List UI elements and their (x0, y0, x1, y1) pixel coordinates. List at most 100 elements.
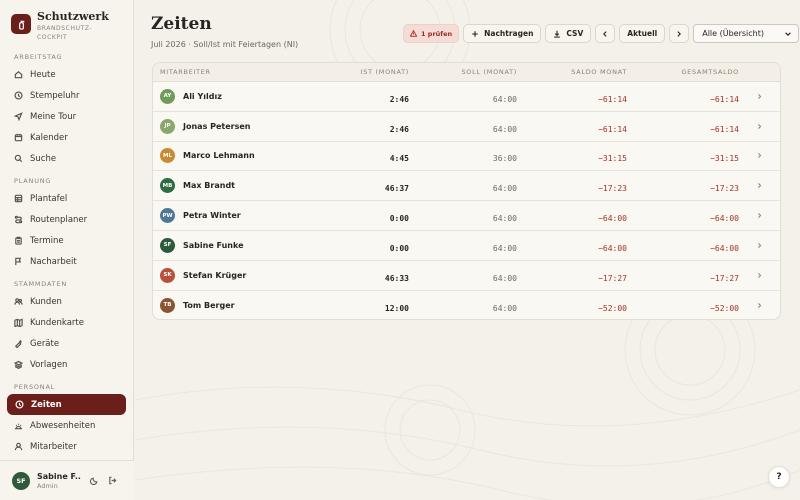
header-ist[interactable]: IST (MONAT) (301, 68, 409, 76)
previous-month-button[interactable] (595, 24, 616, 43)
sidebar-item-zeiten[interactable]: Zeiten (7, 394, 126, 415)
table-row[interactable]: TB Tom Berger 12:00 64:00 −52:00 −52:00 (153, 291, 780, 319)
chevron-right-icon (677, 30, 682, 37)
sidebar-item-mitarbeiter[interactable]: Mitarbeiter (0, 436, 126, 457)
calendar-icon (14, 133, 23, 142)
table-row[interactable]: JP Jonas Petersen 2:46 64:00 −61:14 −61:… (153, 112, 780, 142)
chevron-right-icon[interactable] (756, 152, 763, 159)
user-bar: SF Sabine F... Admin (0, 460, 134, 500)
ist-value: 0:00 (389, 243, 409, 253)
employee-name: Jonas Petersen (183, 121, 251, 131)
sidebar-item-heute[interactable]: Heute (0, 64, 126, 85)
header-saldo[interactable]: SALDO MONAT (517, 68, 627, 76)
user-name: Sabine F... (37, 471, 81, 481)
avatar: TB (160, 297, 175, 313)
employee-filter-select[interactable]: Alle (Übersicht) (693, 24, 800, 43)
table-row[interactable]: SF Sabine Funke 0:00 64:00 −64:00 −64:00 (153, 231, 780, 261)
user-role: Admin (37, 481, 58, 490)
sidebar-item-kundenkarte[interactable]: Kundenkarte (0, 312, 126, 333)
csv-label: CSV (566, 29, 584, 38)
saldo-value: −17:27 (598, 273, 627, 283)
sidebar-item-label: Stempeluhr (30, 90, 80, 101)
route-icon (14, 215, 23, 224)
extinguisher-logo-icon (11, 14, 31, 34)
page-subtitle: Juli 2026 · Soll/Ist mit Feiertagen (NI) (151, 40, 299, 49)
avatar: SK (160, 267, 175, 283)
grid-icon (14, 194, 23, 203)
ist-value: 46:37 (384, 184, 409, 194)
sidebar-item-plantafel[interactable]: Plantafel (0, 188, 126, 209)
chevron-right-icon[interactable] (756, 272, 763, 279)
soll-value: 64:00 (492, 303, 517, 313)
avatar: SF (160, 237, 175, 253)
sidebar-item-label: Suche (30, 153, 57, 164)
table-row[interactable]: SK Stefan Krüger 46:33 64:00 −17:27 −17:… (153, 261, 780, 291)
next-month-button[interactable] (669, 24, 690, 43)
header-soll[interactable]: SOLL (MONAT) (409, 68, 517, 76)
user-icon (14, 442, 23, 451)
saldo-value: −52:00 (598, 303, 627, 313)
sidebar-item-suche[interactable]: Suche (0, 148, 126, 169)
soll-value: 64:00 (492, 243, 517, 253)
saldo-value: −61:14 (598, 124, 627, 134)
employee-name: Ali Yıldız (183, 91, 222, 101)
clock-icon (15, 400, 24, 409)
sidebar-item-vorlagen[interactable]: Vorlagen (0, 354, 126, 375)
sidebar-item-geräte[interactable]: Geräte (0, 333, 126, 354)
nachtragen-label: Nachtragen (484, 29, 534, 38)
search-icon (14, 154, 23, 163)
aktuell-label: Aktuell (627, 29, 658, 38)
header-gesamt[interactable]: GESAMTSALDO (627, 68, 739, 76)
sidebar-section-label: ARBEITSTAG (14, 53, 63, 61)
chevron-right-icon[interactable] (756, 93, 763, 100)
ist-value: 4:45 (389, 154, 409, 164)
employee-name: Marco Lehmann (183, 151, 255, 161)
chevron-right-icon[interactable] (756, 212, 763, 219)
brand: Schutzwerk BRANDSCHUTZ-COCKPIT (0, 0, 133, 50)
review-warning-label: 1 prüfen (421, 29, 453, 38)
avatar: ML (160, 148, 175, 164)
sidebar-item-label: Heute (30, 69, 56, 80)
chevron-right-icon[interactable] (756, 182, 763, 189)
table-row[interactable]: ML Marco Lehmann 4:45 36:00 −31:15 −31:1… (153, 142, 780, 172)
navigation-icon (14, 112, 23, 121)
sidebar-item-stempeluhr[interactable]: Stempeluhr (0, 85, 126, 106)
sidebar-item-label: Plantafel (30, 193, 68, 204)
sidebar-item-label: Kundenkarte (30, 317, 84, 328)
gesamtsaldo-value: −64:00 (710, 243, 739, 253)
ist-value: 2:46 (389, 124, 409, 134)
header-employee[interactable]: MITARBEITER (153, 68, 301, 76)
chevron-right-icon[interactable] (756, 242, 763, 249)
sidebar-item-nacharbeit[interactable]: Nacharbeit (0, 251, 126, 272)
sidebar-item-label: Kalender (30, 132, 68, 143)
sidebar-item-kalender[interactable]: Kalender (0, 127, 126, 148)
table-row[interactable]: MB Max Brandt 46:37 64:00 −17:23 −17:23 (153, 171, 780, 202)
sidebar-item-label: Routenplaner (30, 214, 88, 225)
sidebar-item-kunden[interactable]: Kunden (0, 291, 126, 312)
sidebar-item-label: Vorlagen (30, 359, 68, 370)
sidebar-item-meine-tour[interactable]: Meine Tour (0, 106, 126, 127)
table-row[interactable]: AY Ali Yıldız 2:46 64:00 −61:14 −61:14 (153, 82, 780, 112)
table-row[interactable]: PW Petra Winter 0:00 64:00 −64:00 −64:00 (153, 201, 780, 231)
sidebar-item-abwesenheiten[interactable]: Abwesenheiten (0, 415, 126, 436)
avatar[interactable]: SF (12, 471, 30, 490)
help-button[interactable]: ? (768, 466, 790, 488)
sidebar-item-termine[interactable]: Termine (0, 230, 126, 251)
main-content: Zeiten Juli 2026 · Soll/Ist mit Feiertag… (135, 0, 800, 500)
moon-icon[interactable] (90, 476, 99, 485)
sidebar-item-label: Termine (30, 235, 64, 246)
current-month-button[interactable]: Aktuell (619, 24, 666, 43)
users-icon (14, 298, 23, 305)
logout-icon[interactable] (108, 476, 117, 485)
soll-value: 64:00 (492, 184, 517, 194)
review-warning-button[interactable]: 1 prüfen (403, 24, 460, 43)
gesamtsaldo-value: −61:14 (710, 124, 739, 134)
sidebar-item-routenplaner[interactable]: Routenplaner (0, 209, 126, 230)
soll-value: 64:00 (492, 124, 517, 134)
employee-name: Stefan Krüger (183, 270, 247, 280)
chevron-right-icon[interactable] (756, 302, 763, 309)
chevron-right-icon[interactable] (756, 123, 763, 130)
csv-export-button[interactable]: CSV (545, 24, 592, 43)
sidebar: Schutzwerk BRANDSCHUTZ-COCKPIT ARBEITSTA… (0, 0, 134, 500)
nachtragen-button[interactable]: Nachtragen (463, 24, 542, 43)
